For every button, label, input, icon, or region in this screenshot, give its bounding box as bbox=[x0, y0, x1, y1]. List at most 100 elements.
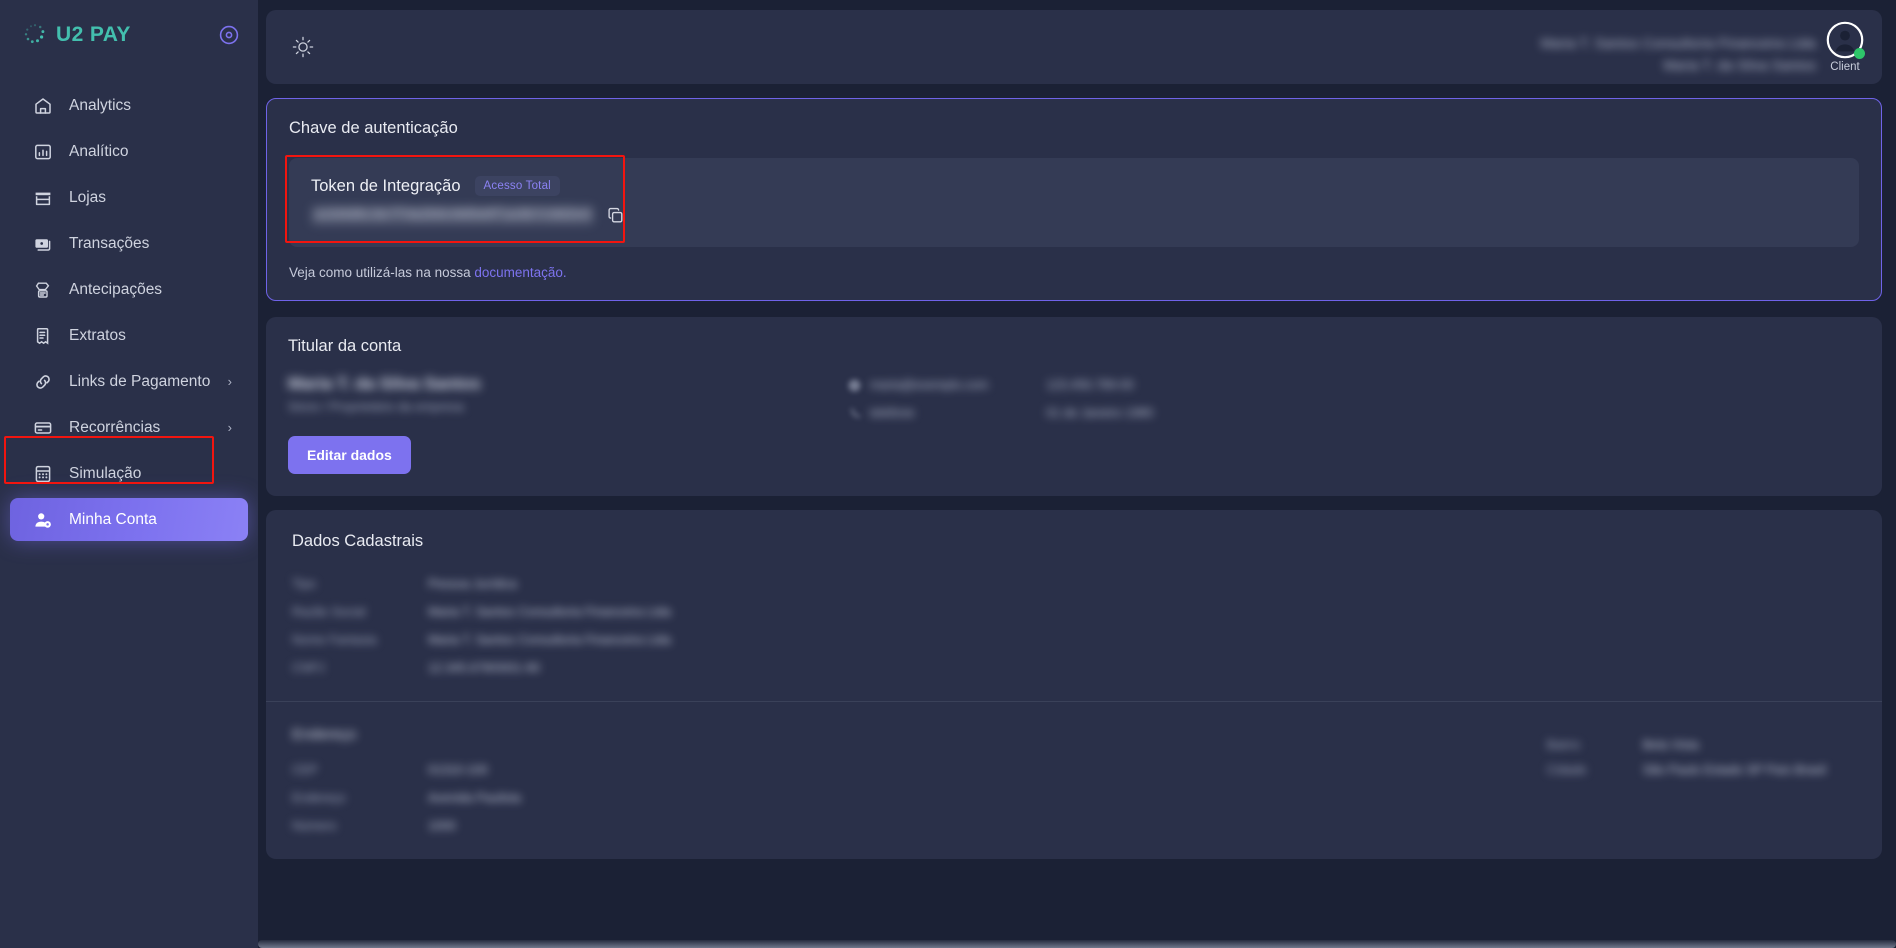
row-value: Maria T. Santos Consultoria Financeira L… bbox=[428, 633, 671, 647]
info-column-contact: maria@exemplo.com telefone bbox=[848, 378, 988, 474]
sidebar-nav: Analytics Analítico Lojas Transações Ant… bbox=[0, 84, 258, 544]
account-holder-card: Titular da conta Maria T. da Silva Santo… bbox=[266, 317, 1882, 496]
auth-card-title: Chave de autenticação bbox=[289, 119, 458, 137]
sidebar-item-extratos[interactable]: Extratos bbox=[10, 314, 248, 357]
row-key: Número bbox=[292, 819, 337, 833]
avatar-column: Client bbox=[1826, 21, 1865, 73]
sidebar-item-label: Links de Pagamento bbox=[69, 372, 211, 390]
user-meta: Maria T. Santos Consultoria Financeira L… bbox=[1541, 36, 1816, 73]
table-row: Tipo Pessoa Jurídica bbox=[292, 577, 1856, 591]
sidebar-item-antecipacoes[interactable]: Antecipações bbox=[10, 268, 248, 311]
token-value: a1b9d8c3e7f4a2b6c0d5e8f1a3b7c9d2e4 bbox=[311, 206, 595, 225]
auth-key-card: Chave de autenticação Token de Integraçã… bbox=[266, 98, 1882, 301]
calculator-icon bbox=[32, 463, 53, 484]
documentation-link[interactable]: documentação. bbox=[474, 265, 566, 280]
sidebar-item-transacoes[interactable]: Transações bbox=[10, 222, 248, 265]
sidebar-item-label: Antecipações bbox=[69, 280, 163, 298]
link-icon bbox=[32, 371, 53, 392]
holder-name: Maria T. da Silva Santos bbox=[288, 374, 481, 393]
token-panel: Token de Integração Acesso Total a1b9d8c… bbox=[289, 158, 1859, 247]
row-key: CEP bbox=[292, 763, 318, 777]
money-icon bbox=[32, 233, 53, 254]
info-column-document: 123.456.789-00 01 de Janeiro 1980 bbox=[1046, 378, 1153, 474]
info-row: maria@exemplo.com bbox=[848, 378, 988, 392]
row-key: Bairro bbox=[1546, 738, 1581, 752]
sidebar-item-links-de-pagamento[interactable]: Links de Pagamento › bbox=[10, 360, 248, 403]
status-dot bbox=[1854, 48, 1865, 59]
holder-subtitle: Sócio / Proprietário da empresa bbox=[288, 400, 464, 414]
app-root: U2 PAY Analytics Analítico Lojas Transaç… bbox=[0, 0, 1896, 948]
token-block: Token de Integração Acesso Total a1b9d8c… bbox=[307, 174, 629, 231]
table-row: Nome Fantasia Maria T. Santos Consultori… bbox=[292, 633, 1856, 647]
registry-data-card: Dados Cadastrais Tipo Pessoa Jurídica Ra… bbox=[266, 510, 1882, 859]
token-value-row: a1b9d8c3e7f4a2b6c0d5e8f1a3b7c9d2e4 bbox=[311, 206, 625, 225]
sidebar-item-label: Transações bbox=[69, 234, 150, 252]
sidebar: U2 PAY Analytics Analítico Lojas Transaç… bbox=[0, 0, 258, 948]
table-row: Bairro Bela Vista bbox=[1547, 738, 1699, 752]
row-value: Pessoa Jurídica bbox=[428, 577, 517, 591]
table-row: Endereço Avenida Paulista bbox=[292, 791, 1856, 805]
address-section: Endereço CEP 01310-100 Endereço Avenida … bbox=[292, 702, 1856, 833]
sidebar-item-analytics[interactable]: Analytics bbox=[10, 84, 248, 127]
sidebar-item-label: Lojas bbox=[69, 188, 107, 206]
address-right-column: Bairro Bela Vista Cidade São Paulo Estad… bbox=[1547, 738, 1826, 777]
row-key: Nome Fantasia bbox=[292, 633, 377, 647]
sun-icon[interactable] bbox=[288, 32, 318, 62]
sidebar-item-label: Analytics bbox=[69, 96, 132, 114]
row-key: Endereço bbox=[292, 791, 346, 805]
table-row: CNPJ 12.345.678/0001-90 bbox=[292, 661, 1856, 675]
sidebar-item-recorrencias[interactable]: Recorrências › bbox=[10, 406, 248, 449]
row-key: CNPJ bbox=[292, 661, 325, 675]
brand-row: U2 PAY bbox=[0, 0, 258, 70]
circle-dot-icon[interactable] bbox=[218, 24, 240, 46]
sidebar-item-analitico[interactable]: Analítico bbox=[10, 130, 248, 173]
sidebar-item-label: Minha Conta bbox=[69, 510, 157, 528]
documentation-line: Veja como utilizá-las na nossa documenta… bbox=[289, 265, 1859, 280]
registry-table: Tipo Pessoa Jurídica Razão Social Maria … bbox=[292, 577, 1856, 675]
sidebar-item-minha-conta[interactable]: Minha Conta bbox=[10, 498, 248, 541]
info-row: 123.456.789-00 bbox=[1046, 378, 1153, 392]
registry-card-title: Dados Cadastrais bbox=[292, 532, 424, 550]
topbar: Maria T. Santos Consultoria Financeira L… bbox=[266, 10, 1882, 84]
holder-left: Maria T. da Silva Santos Sócio / Proprie… bbox=[288, 374, 848, 474]
dotted-circle-icon bbox=[22, 22, 48, 48]
sidebar-item-label: Simulação bbox=[69, 464, 142, 482]
token-label: Token de Integração bbox=[311, 176, 461, 195]
sidebar-item-label: Analítico bbox=[69, 142, 129, 160]
copy-icon[interactable] bbox=[606, 206, 625, 225]
chevron-right-icon: › bbox=[227, 374, 232, 389]
home-icon bbox=[32, 95, 53, 116]
status-badge: Acesso Total bbox=[474, 176, 560, 196]
sidebar-item-simulacao[interactable]: Simulação bbox=[10, 452, 248, 495]
row-value: Maria T. Santos Consultoria Financeira L… bbox=[428, 605, 671, 619]
main-content: Maria T. Santos Consultoria Financeira L… bbox=[258, 0, 1896, 948]
info-value: 123.456.789-00 bbox=[1046, 378, 1134, 392]
user-area[interactable]: Maria T. Santos Consultoria Financeira L… bbox=[1541, 21, 1865, 73]
user-avatar-icon[interactable] bbox=[1826, 21, 1865, 59]
credit-card-icon bbox=[32, 417, 53, 438]
sidebar-item-lojas[interactable]: Lojas bbox=[10, 176, 248, 219]
chevron-right-icon: › bbox=[227, 420, 232, 435]
row-value: 12.345.678/0001-90 bbox=[428, 661, 540, 675]
horizontal-scrollbar[interactable] bbox=[258, 940, 1896, 948]
table-row: Razão Social Maria T. Santos Consultoria… bbox=[292, 605, 1856, 619]
role-label: Client bbox=[1830, 61, 1860, 73]
user-gear-icon bbox=[32, 509, 53, 530]
info-value: 01 de Janeiro 1980 bbox=[1046, 406, 1154, 420]
receipt-icon bbox=[32, 325, 53, 346]
user-email: Maria T. da Silva Santos bbox=[1663, 58, 1816, 73]
row-value: São Paulo Estado SP País Brasil bbox=[1642, 763, 1826, 777]
row-value: 1000 bbox=[428, 819, 456, 833]
table-row: Número 1000 bbox=[292, 819, 1856, 833]
info-value: telefone bbox=[870, 406, 915, 420]
row-value: 01310-100 bbox=[428, 763, 488, 777]
edit-data-button[interactable]: Editar dados bbox=[288, 436, 411, 474]
row-value: Avenida Paulista bbox=[428, 791, 521, 805]
phone-icon bbox=[848, 407, 861, 420]
user-name: Maria T. Santos Consultoria Financeira L… bbox=[1540, 36, 1816, 51]
bar-chart-icon bbox=[32, 141, 53, 162]
token-header: Token de Integração Acesso Total bbox=[311, 176, 625, 196]
holder-grid: Maria T. da Silva Santos Sócio / Proprie… bbox=[288, 374, 1860, 474]
brand-name: U2 PAY bbox=[56, 23, 131, 46]
at-icon bbox=[848, 379, 861, 392]
